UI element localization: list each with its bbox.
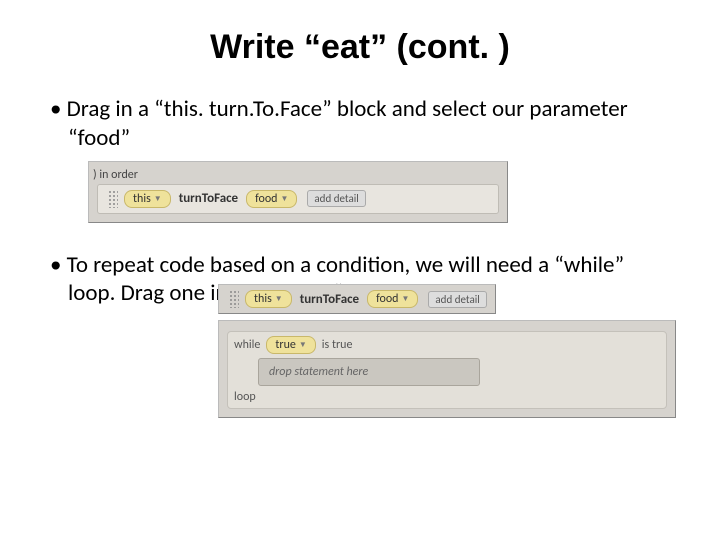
add-detail-button-2[interactable]: add detail xyxy=(428,291,486,308)
while-block[interactable]: while true▼ is true drop statement here … xyxy=(227,331,667,409)
food-pill[interactable]: food▼ xyxy=(246,190,297,208)
slide-title: Write “eat” (cont. ) xyxy=(50,28,670,67)
this-pill[interactable]: this▼ xyxy=(124,190,171,208)
is-true-label: is true xyxy=(322,338,353,352)
food-pill-2[interactable]: food▼ xyxy=(367,290,418,308)
bullet-1: Drag in a “this. turn.To.Face” block and… xyxy=(50,95,670,153)
code-panel-1: ) in order this▼ turnToFace food▼ add de… xyxy=(88,161,508,223)
code-row-2-container: this▼ turnToFace food▼ add detail xyxy=(218,284,496,314)
while-panel: while true▼ is true drop statement here … xyxy=(218,320,676,418)
cut-label: ) in order xyxy=(93,168,499,182)
true-pill[interactable]: true▼ xyxy=(266,336,315,354)
add-detail-button[interactable]: add detail xyxy=(307,190,365,207)
slide: Write “eat” (cont. ) Drag in a “this. tu… xyxy=(0,0,720,466)
while-keyword: while xyxy=(234,338,260,352)
grip-icon[interactable] xyxy=(108,190,118,208)
grip-icon[interactable] xyxy=(229,290,239,308)
code-row-1: this▼ turnToFace food▼ add detail xyxy=(97,184,499,214)
this-pill-2[interactable]: this▼ xyxy=(245,290,292,308)
method-label-2: turnToFace xyxy=(296,292,363,307)
method-label: turnToFace xyxy=(175,191,242,206)
drop-zone[interactable]: drop statement here xyxy=(258,358,480,386)
loop-label: loop xyxy=(234,390,660,404)
